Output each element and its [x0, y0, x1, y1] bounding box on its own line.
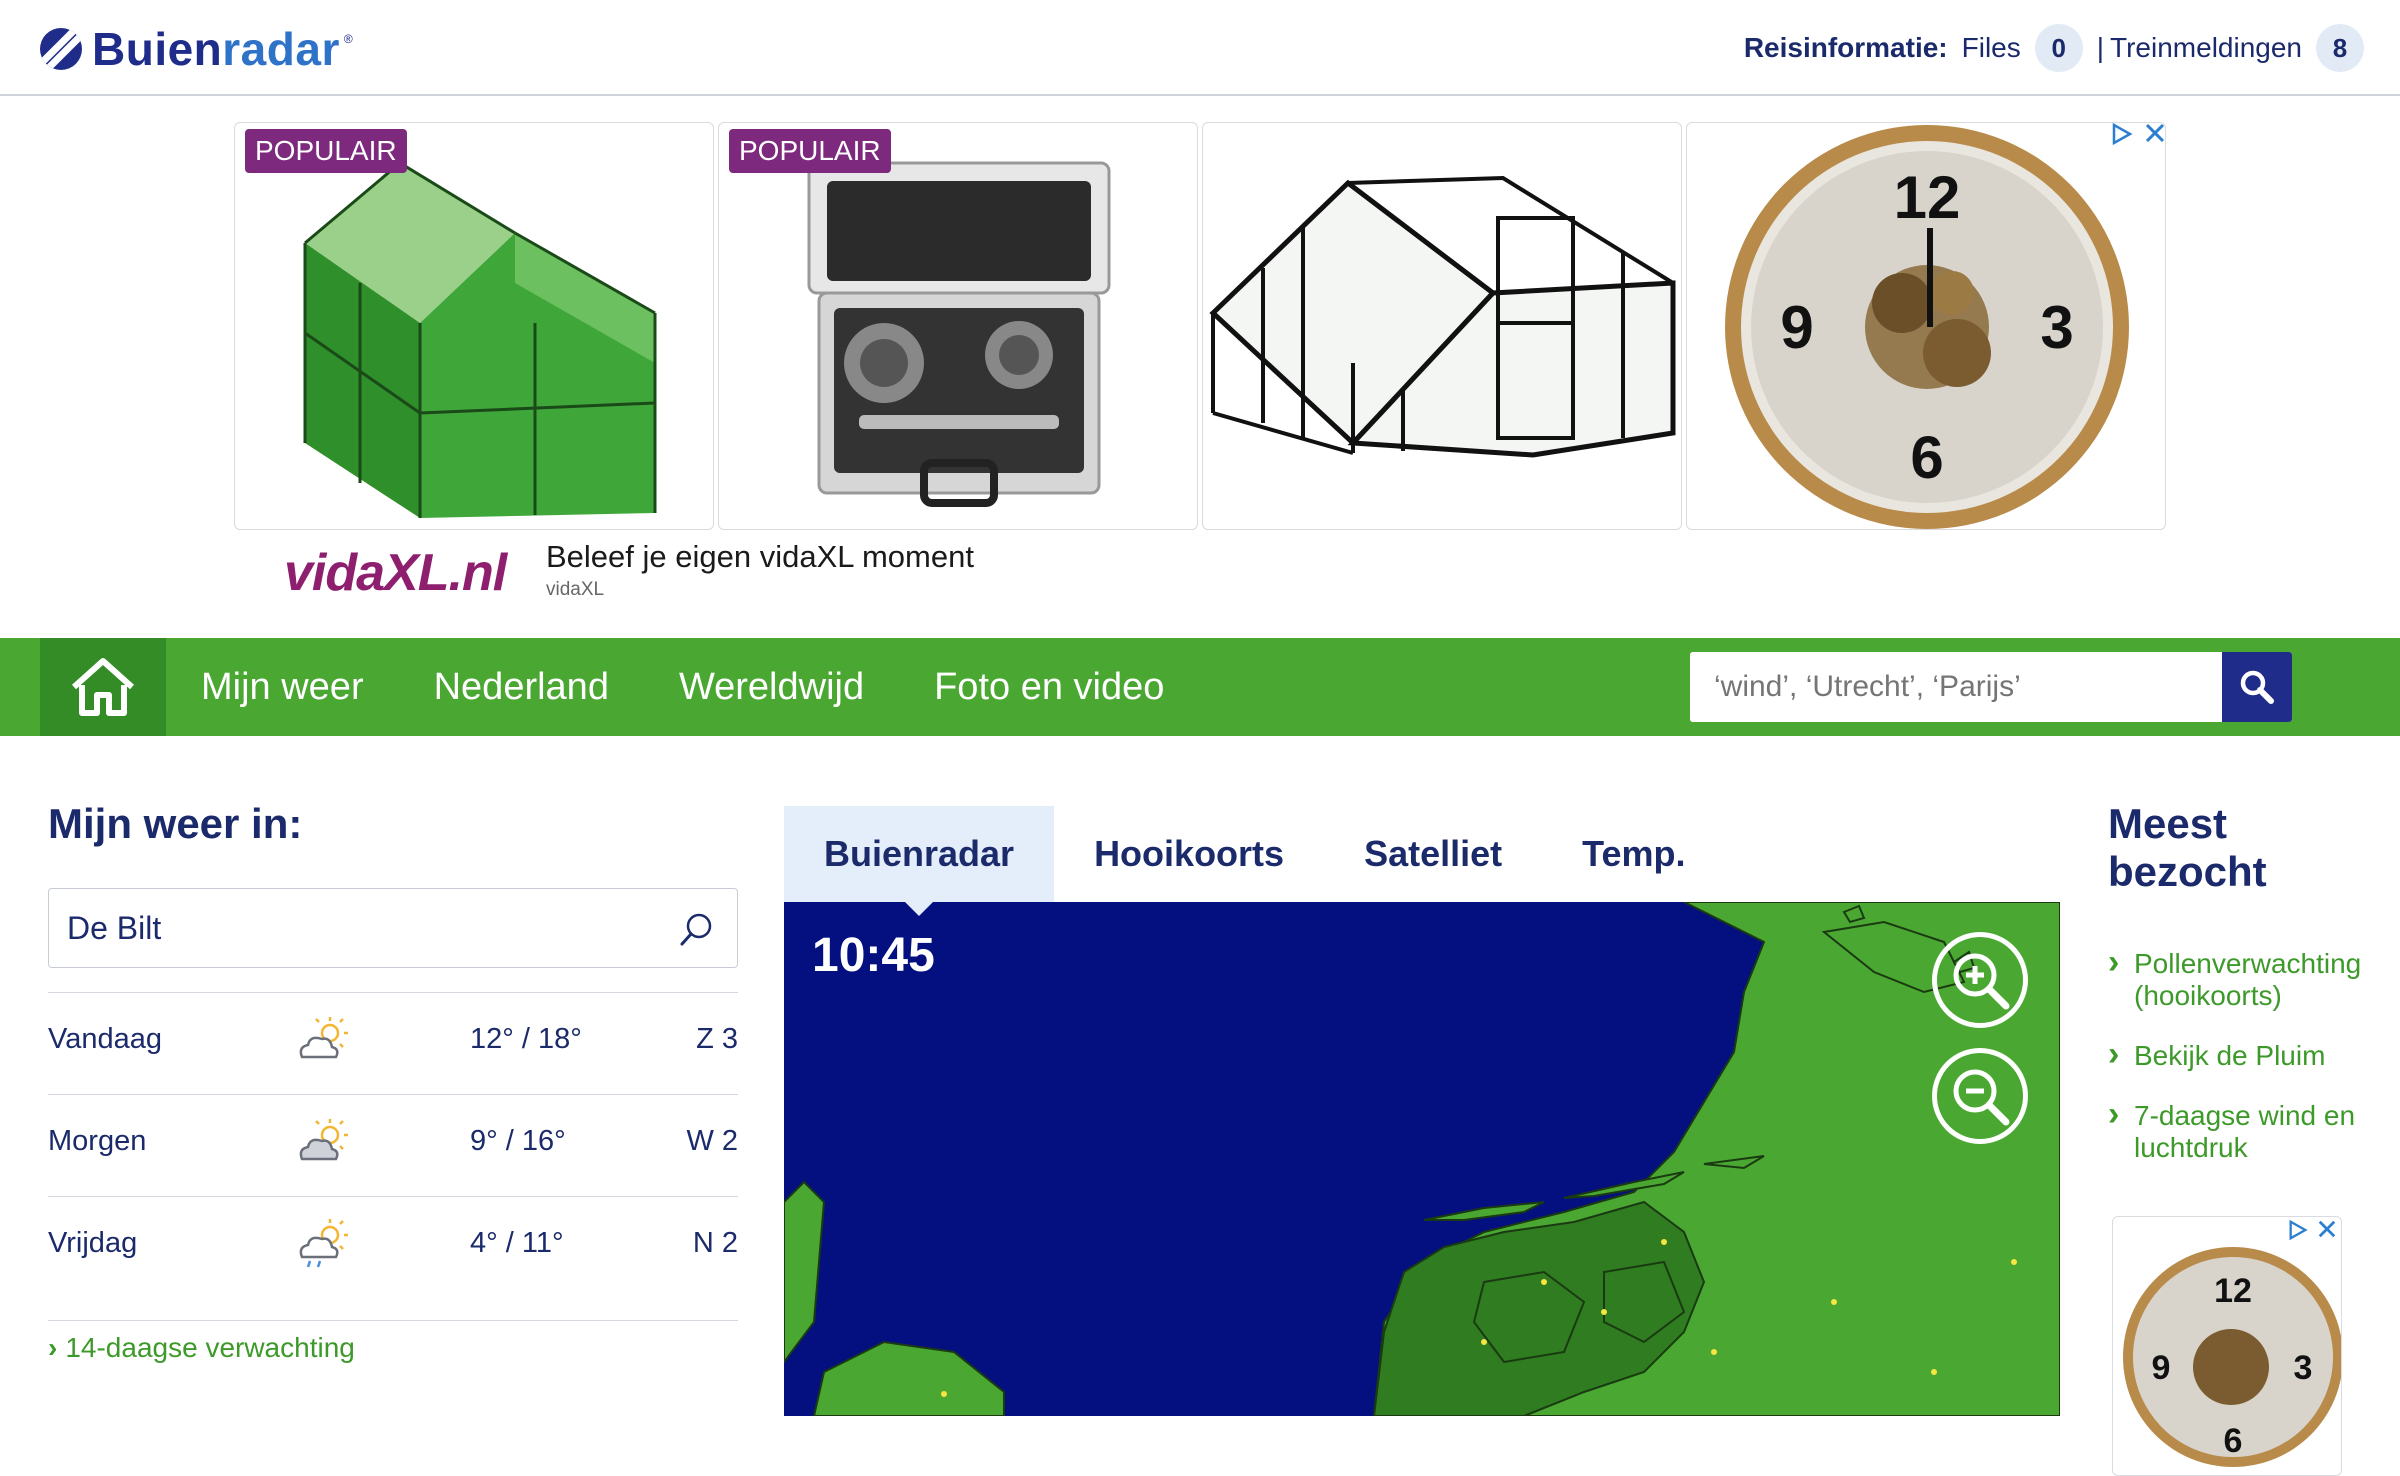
- home-button[interactable]: [40, 638, 166, 736]
- logo-text-part1: Buien: [92, 23, 223, 75]
- ad-product-greenhouse-tent[interactable]: POPULAIR: [234, 122, 714, 530]
- chevron-right-icon: ›: [48, 1332, 58, 1363]
- cloud-rain-sun-icon: [294, 1217, 354, 1279]
- clock-number-9: 9: [2152, 1349, 2171, 1387]
- radar-map[interactable]: 10:45: [784, 902, 2060, 1416]
- forecast-row[interactable]: Vrijdag 4° / 11° N 2: [48, 1196, 738, 1298]
- radar-time: 10:45: [812, 929, 935, 982]
- zoom-in-icon: [1953, 953, 2010, 1010]
- my-weather-title: Mijn weer in:: [48, 800, 303, 847]
- files-link[interactable]: Files: [1962, 32, 2021, 64]
- clock-number-3: 3: [2040, 294, 2073, 361]
- trein-link[interactable]: Treinmeldingen: [2110, 32, 2302, 64]
- tab-buienradar[interactable]: Buienradar: [784, 806, 1055, 916]
- zoom-out-button[interactable]: [1932, 1048, 2028, 1144]
- forecast-day: Vandaag: [48, 1023, 162, 1055]
- forecast-day: Vrijdag: [48, 1227, 138, 1259]
- adchoices-controls[interactable]: [2110, 122, 2166, 146]
- ad-product-hole-saw-case[interactable]: POPULAIR: [718, 122, 1198, 530]
- zoom-in-button[interactable]: [1932, 932, 2028, 1028]
- top-bar: Buienradar ® Reisinformatie: Files 0 | T…: [0, 0, 2400, 96]
- link-wind-luchtdruk[interactable]: 7-daagse wind en luchtdruk: [2108, 1098, 2400, 1164]
- ad-footer[interactable]: vidaXL.nl Beleef je eigen vidaXL moment …: [234, 535, 1434, 615]
- tab-temp[interactable]: Temp.: [1542, 806, 1725, 902]
- forecast-temp: 4° / 11°: [470, 1227, 564, 1259]
- glass-greenhouse-image: [1209, 175, 1676, 458]
- travel-info-label: Reisinformatie:: [1743, 32, 1948, 63]
- forecast-temp: 9° / 16°: [470, 1125, 566, 1157]
- location-field[interactable]: De Bilt: [48, 888, 738, 968]
- ad-product-glass-greenhouse[interactable]: [1202, 122, 1682, 530]
- radar-map-image: [784, 902, 2060, 1416]
- buienradar-logo[interactable]: Buienradar ®: [40, 22, 353, 76]
- forecast-wind: N 2: [692, 1227, 738, 1259]
- link-pluim[interactable]: Bekijk de Pluim: [2108, 1038, 2400, 1072]
- partly-cloudy-sun-icon: [294, 1115, 354, 1177]
- main-nav: Mijn weer Nederland Wereldwijd Foto en v…: [0, 638, 2400, 736]
- nav-wereldwijd[interactable]: Wereldwijd: [644, 666, 899, 709]
- most-visited-panel: Meest bezocht Pollenverwachting (hooikoo…: [2108, 800, 2400, 1476]
- clock-number-12: 12: [1894, 164, 1961, 231]
- travel-info: Reisinformatie: Files 0 | Treinmeldingen…: [1744, 24, 2364, 72]
- forecast-temp: 12° / 18°: [470, 1023, 582, 1055]
- clock-number-6: 6: [2224, 1422, 2243, 1460]
- nav-foto-en-video[interactable]: Foto en video: [899, 666, 1199, 709]
- side-ad-clock[interactable]: 12 3 6 9: [2112, 1216, 2342, 1476]
- forecast-wind: Z 3: [696, 1023, 738, 1055]
- clock-number-3: 3: [2294, 1349, 2313, 1387]
- search-icon: [2240, 670, 2274, 704]
- separator: |: [2096, 32, 2105, 63]
- search-box: [1690, 652, 2292, 722]
- clock-number-12: 12: [2214, 1272, 2252, 1310]
- location-value: De Bilt: [67, 910, 162, 946]
- ad-advertiser: vidaXL: [546, 579, 605, 600]
- ad-product-wall-clock[interactable]: 12 3 6 9: [1686, 122, 2166, 530]
- trein-count-badge[interactable]: 8: [2316, 24, 2364, 72]
- close-icon[interactable]: [2144, 122, 2166, 144]
- files-count-badge[interactable]: 0: [2034, 24, 2083, 72]
- nav-mijn-weer[interactable]: Mijn weer: [166, 666, 399, 709]
- popular-badge: POPULAIR: [729, 129, 891, 173]
- logo-icon: [40, 28, 82, 70]
- forecast-row[interactable]: Morgen 9° / 16° W 2: [48, 1094, 738, 1196]
- zoom-out-icon: [1953, 1069, 2010, 1126]
- divider: [48, 1320, 738, 1321]
- logo-registered: ®: [343, 32, 353, 46]
- search-button[interactable]: [2222, 652, 2292, 722]
- tab-satelliet[interactable]: Satelliet: [1324, 806, 1542, 902]
- tab-hooikoorts[interactable]: Hooikoorts: [1054, 806, 1324, 902]
- search-input[interactable]: [1690, 652, 2290, 722]
- close-icon[interactable]: [2317, 1219, 2337, 1239]
- wall-clock-image: 12 3 6 9: [1725, 125, 2129, 529]
- adchoices-icon[interactable]: [2110, 122, 2134, 146]
- forecast-row[interactable]: Vandaag 12° / 18° Z 3: [48, 992, 738, 1094]
- most-visited-title: Meest bezocht: [2108, 800, 2267, 895]
- ad-banner[interactable]: POPULAIR POPULAIR 12 3 6 9: [234, 122, 2166, 530]
- nav-nederland[interactable]: Nederland: [399, 666, 644, 709]
- link-pollenverwachting[interactable]: Pollenverwachting (hooikoorts): [2108, 946, 2400, 1012]
- hole-saw-case-image: [807, 161, 1111, 507]
- clock-number-6: 6: [1910, 424, 1943, 491]
- wall-clock-image: 12 3 6 9: [2123, 1247, 2341, 1467]
- ad-title[interactable]: Beleef je eigen vidaXL moment: [546, 539, 974, 575]
- my-weather-panel: Mijn weer in: De Bilt Vandaag 12° / 18° …: [48, 800, 738, 1363]
- side-adchoices-controls[interactable]: [2287, 1219, 2337, 1241]
- 14-day-forecast-label: 14-daagse verwachting: [65, 1332, 355, 1363]
- forecast-day: Morgen: [48, 1125, 147, 1157]
- popular-badge: POPULAIR: [245, 129, 407, 173]
- radar-tabs: Buienradar Hooikoorts Satelliet Temp.: [784, 806, 2060, 916]
- adchoices-icon[interactable]: [2287, 1219, 2309, 1241]
- vidaxl-logo[interactable]: vidaXL.nl: [284, 543, 507, 603]
- 14-day-forecast-link[interactable]: › 14-daagse verwachting: [48, 1332, 355, 1364]
- home-icon: [71, 658, 135, 716]
- logo-text-part2: radar: [222, 23, 340, 75]
- search-icon[interactable]: [679, 911, 715, 947]
- partly-cloudy-sun-icon: [294, 1013, 354, 1075]
- greenhouse-tent-image: [303, 161, 657, 518]
- clock-number-9: 9: [1780, 294, 1813, 361]
- forecast-wind: W 2: [686, 1125, 738, 1157]
